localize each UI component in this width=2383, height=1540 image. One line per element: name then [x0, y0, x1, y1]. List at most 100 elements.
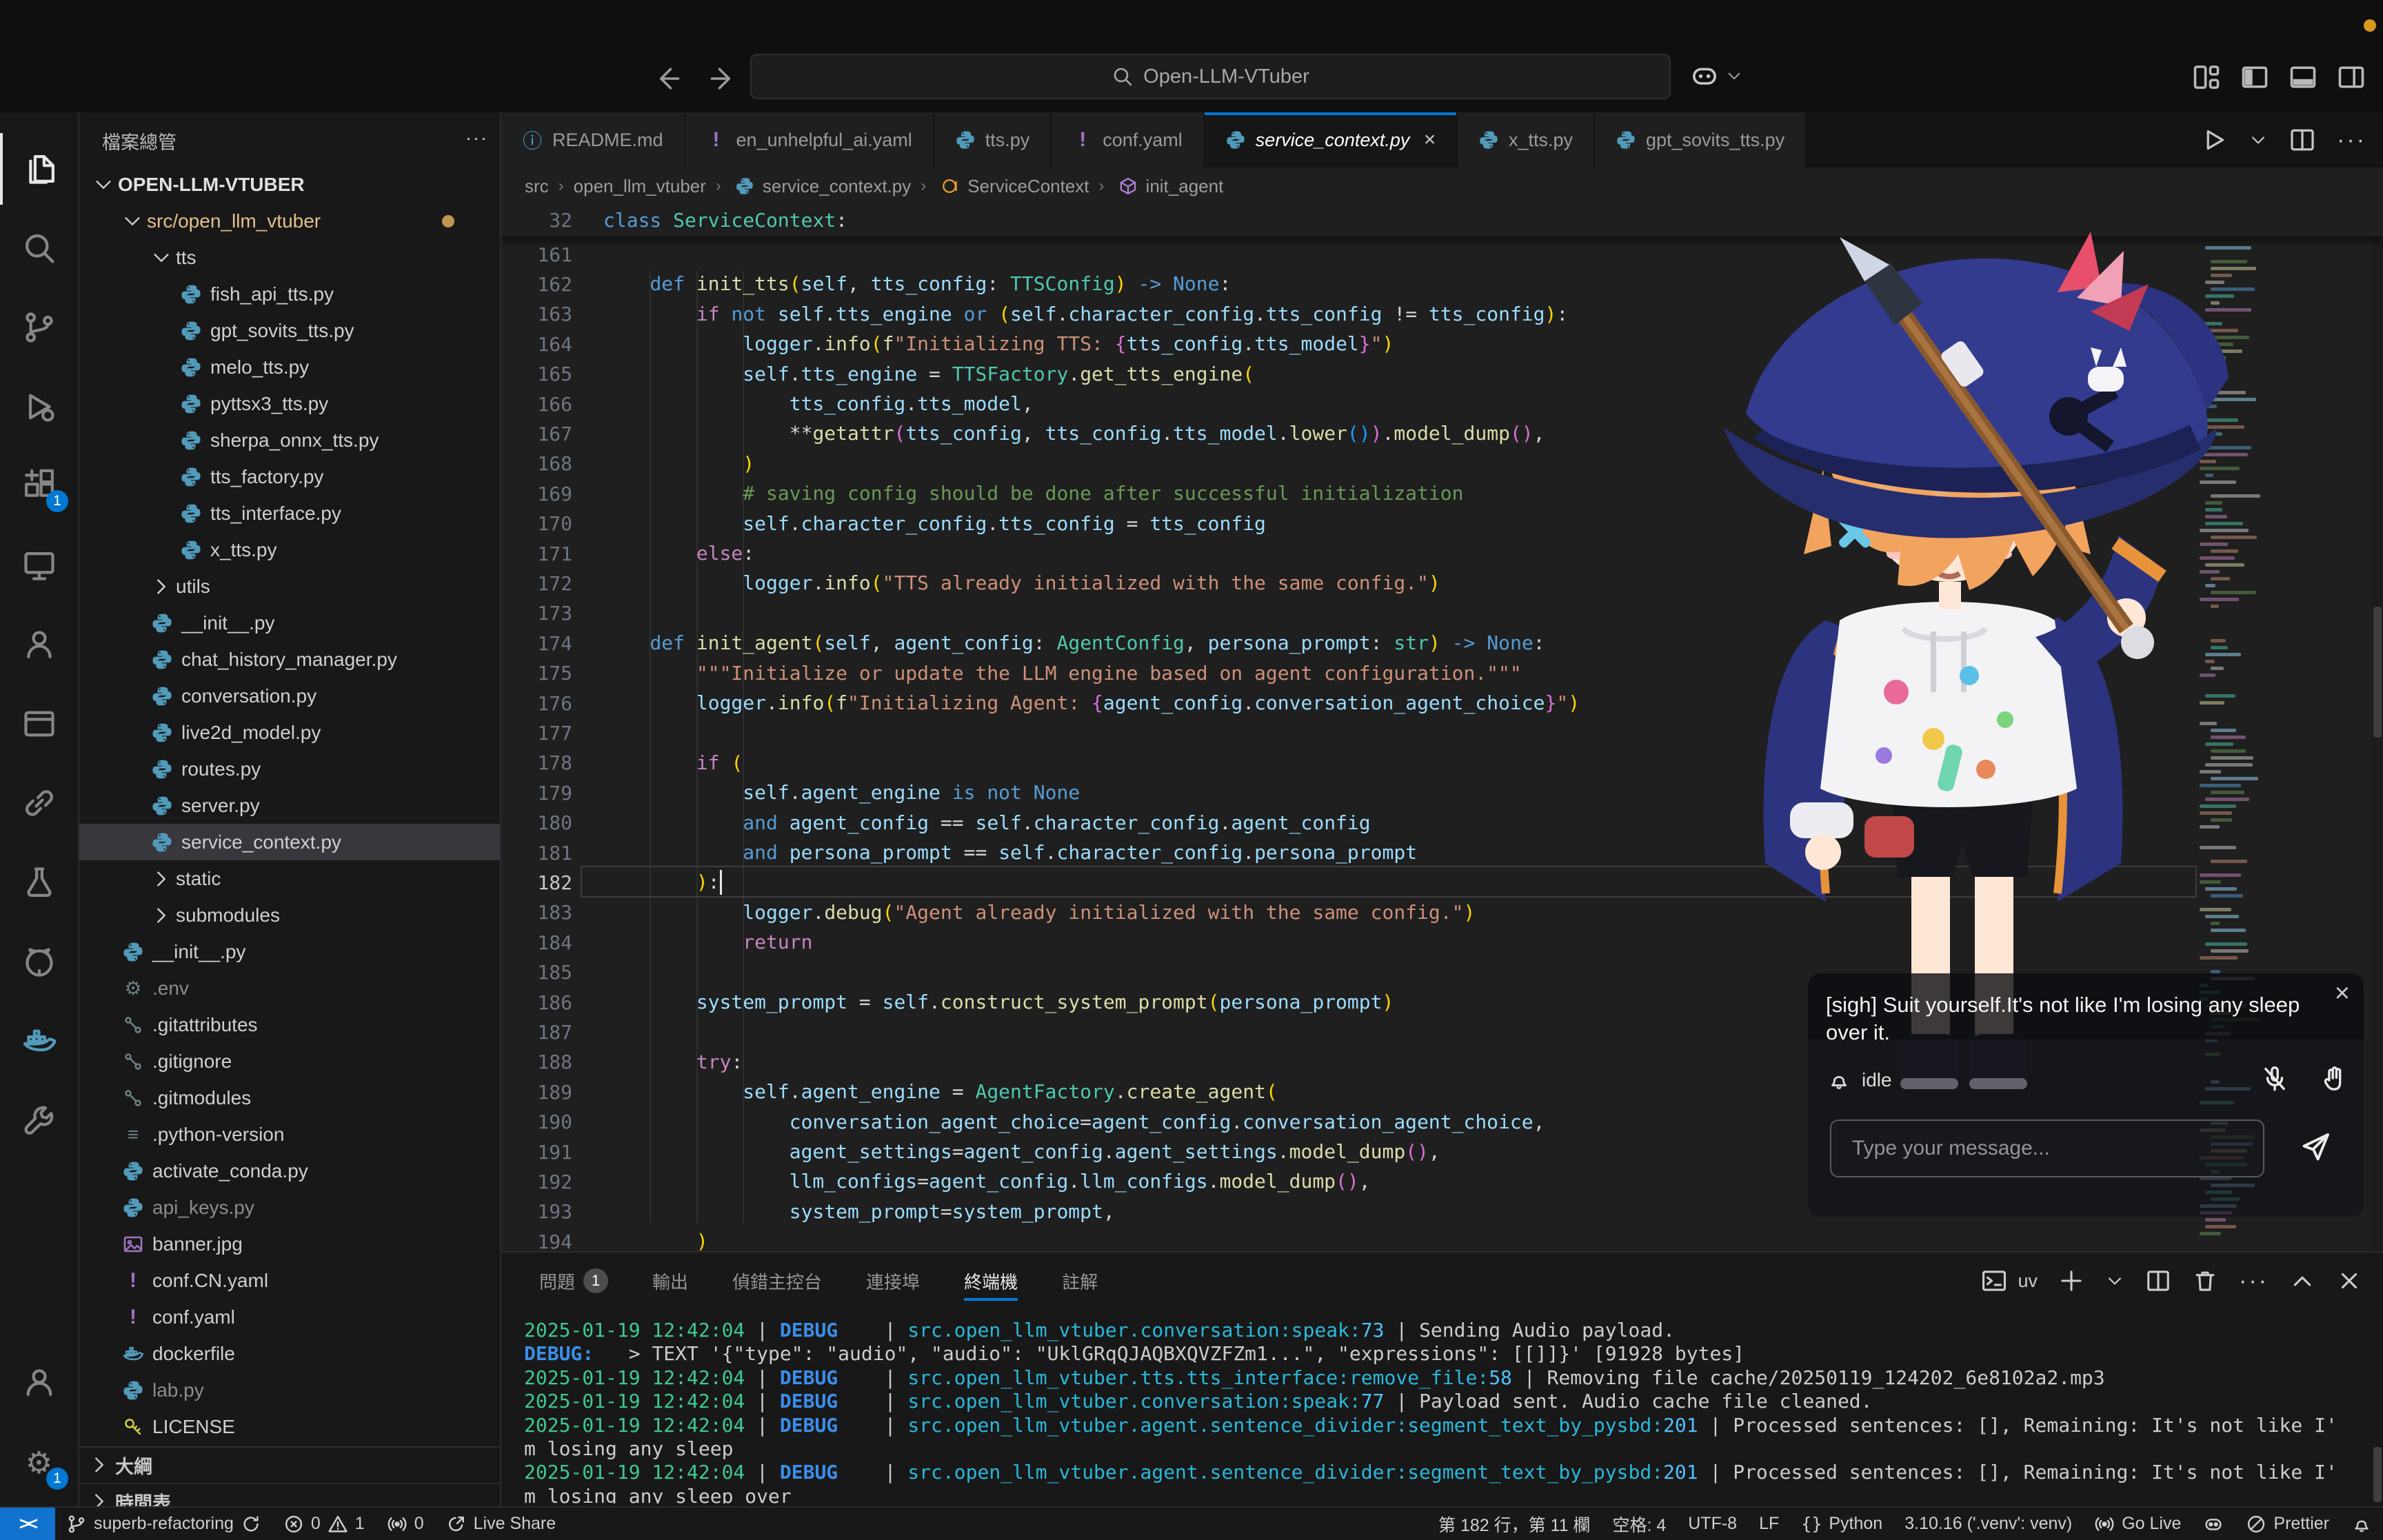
tree-item-.gitmodules[interactable]: .gitmodules	[79, 1080, 500, 1116]
activity-docker-icon[interactable]	[0, 1005, 78, 1077]
status-indentation[interactable]: 空格: 4	[1601, 1507, 1677, 1540]
microphone-off-icon[interactable]	[2260, 1064, 2289, 1093]
activity-settings-icon[interactable]: ⚙ 1	[0, 1428, 78, 1499]
panel-tab-終端機[interactable]: 終端機	[964, 1253, 1018, 1309]
new-terminal-icon[interactable]	[2058, 1268, 2084, 1294]
raise-hand-icon[interactable]	[2320, 1064, 2349, 1093]
remote-indicator[interactable]: ><	[0, 1508, 55, 1540]
tree-item-.gitattributes[interactable]: .gitattributes	[79, 1006, 500, 1043]
tree-item-OPEN-LLM-VTUBER[interactable]: OPEN-LLM-VTUBER	[79, 166, 500, 203]
send-icon[interactable]	[2299, 1131, 2332, 1164]
tree-item-__init__.py[interactable]: __init__.py	[79, 605, 500, 641]
activity-explorer-icon[interactable]	[0, 133, 78, 205]
run-dropdown-icon[interactable]	[2249, 130, 2268, 150]
status-prettier[interactable]: Prettier	[2235, 1507, 2340, 1540]
panel-tab-連接埠[interactable]: 連接埠	[866, 1253, 920, 1309]
tab-tts.py[interactable]: tts.py	[934, 112, 1052, 168]
tree-item-banner.jpg[interactable]: banner.jpg	[79, 1226, 500, 1262]
tree-item-x_tts.py[interactable]: x_tts.py	[79, 531, 500, 568]
tree-item-sherpa_onnx_tts.py[interactable]: sherpa_onnx_tts.py	[79, 422, 500, 458]
more-actions-icon[interactable]: ···	[2239, 1268, 2269, 1295]
tree-item-melo_tts.py[interactable]: melo_tts.py	[79, 349, 500, 385]
toggle-sidebar-icon[interactable]	[2240, 62, 2270, 92]
activity-accounts-icon[interactable]	[0, 1346, 78, 1418]
customize-layout-icon[interactable]	[2191, 62, 2222, 92]
tree-item-activate_conda.py[interactable]: activate_conda.py	[79, 1153, 500, 1189]
activity-run-debug-icon[interactable]	[0, 371, 78, 443]
command-center-search[interactable]: Open-LLM-VTuber	[750, 54, 1671, 99]
tree-item-fish_api_tts.py[interactable]: fish_api_tts.py	[79, 276, 500, 312]
tree-item-api_keys.py[interactable]: api_keys.py	[79, 1189, 500, 1226]
tree-item-.env[interactable]: ⚙ .env	[79, 970, 500, 1006]
tree-item-submodules[interactable]: submodules	[79, 897, 500, 933]
tab-en_unhelpful_ai.yaml[interactable]: ! en_unhelpful_ai.yaml	[685, 112, 934, 168]
panel-tab-偵錯主控台[interactable]: 偵錯主控台	[732, 1253, 822, 1309]
tree-item-live2d_model.py[interactable]: live2d_model.py	[79, 714, 500, 751]
activity-extensions-icon[interactable]: 1	[0, 450, 78, 522]
terminal-output[interactable]: 2025-01-19 12:42:04 | DEBUG | src.open_l…	[524, 1319, 2372, 1503]
tree-item-tts_factory.py[interactable]: tts_factory.py	[79, 458, 500, 495]
tree-item-gpt_sovits_tts.py[interactable]: gpt_sovits_tts.py	[79, 312, 500, 349]
panel-tab-問題[interactable]: 問題 1	[539, 1253, 609, 1309]
toggle-panel-icon[interactable]	[2288, 62, 2318, 92]
activity-tools-icon[interactable]	[0, 1084, 78, 1156]
status-language[interactable]: {} Python	[1790, 1507, 1893, 1540]
split-terminal-icon[interactable]	[2145, 1268, 2171, 1294]
tree-item-.gitignore[interactable]: .gitignore	[79, 1043, 500, 1080]
tree-item-static[interactable]: static	[79, 860, 500, 897]
status-interpreter[interactable]: 3.10.16 ('.venv': venv)	[1893, 1507, 2083, 1540]
close-icon[interactable]: ×	[1423, 128, 1436, 152]
tree-item-service_context.py[interactable]: service_context.py	[79, 824, 500, 860]
tree-item-lab.py[interactable]: lab.py	[79, 1372, 500, 1408]
tree-item-pyttsx3_tts.py[interactable]: pyttsx3_tts.py	[79, 385, 500, 422]
tab-x_tts.py[interactable]: x_tts.py	[1457, 112, 1595, 168]
tree-item-conf.yaml[interactable]: ! conf.yaml	[79, 1299, 500, 1335]
status-problems[interactable]: 01	[272, 1507, 376, 1540]
editor-scrollbar[interactable]	[2372, 205, 2383, 1251]
tree-item-src/open_llm_vtuber[interactable]: src/open_llm_vtuber	[79, 203, 500, 239]
tree-item-LICENSE[interactable]: LICENSE	[79, 1408, 500, 1445]
breadcrumb-item[interactable]: open_llm_vtuber	[574, 176, 706, 197]
breadcrumb-item[interactable]: src	[525, 176, 549, 197]
status-ports[interactable]: 0	[376, 1507, 435, 1540]
activity-source-control-icon[interactable]	[0, 292, 78, 363]
activity-testing-icon[interactable]	[0, 847, 78, 918]
status-branch[interactable]: superb-refactoring	[55, 1507, 272, 1540]
status-eol[interactable]: LF	[1748, 1507, 1790, 1540]
tree-item-tts_interface.py[interactable]: tts_interface.py	[79, 495, 500, 531]
toggle-secondary-sidebar-icon[interactable]	[2336, 62, 2366, 92]
back-icon[interactable]	[652, 63, 682, 94]
breadcrumb-item[interactable]: ServiceContext	[967, 176, 1089, 197]
tree-item-routes.py[interactable]: routes.py	[79, 751, 500, 787]
activity-live2d-icon[interactable]	[0, 609, 78, 680]
tab-conf.yaml[interactable]: ! conf.yaml	[1052, 112, 1205, 168]
tree-item-dockerfile[interactable]: dockerfile	[79, 1335, 500, 1372]
status-go-live[interactable]: Go Live	[2083, 1507, 2192, 1540]
status-live-share[interactable]: Live Share	[435, 1507, 567, 1540]
tree-item-tts[interactable]: tts	[79, 239, 500, 276]
activity-search-icon[interactable]	[0, 212, 78, 284]
status-encoding[interactable]: UTF-8	[1677, 1507, 1748, 1540]
tree-item-utils[interactable]: utils	[79, 568, 500, 605]
activity-github-icon[interactable]	[0, 926, 78, 997]
more-actions-icon[interactable]: ···	[2337, 127, 2366, 154]
explorer-more-icon[interactable]: ···	[465, 128, 488, 154]
section-大綱[interactable]: 大綱	[79, 1446, 500, 1482]
tree-item-.python-version[interactable]: ≡ .python-version	[79, 1116, 500, 1153]
maximize-panel-icon[interactable]	[2289, 1268, 2315, 1294]
terminal-scrollbar[interactable]	[2373, 1447, 2382, 1502]
tab-service_context.py[interactable]: service_context.py ×	[1204, 112, 1458, 168]
run-python-icon[interactable]	[2200, 126, 2228, 154]
tree-item-__init__.py[interactable]: __init__.py	[79, 933, 500, 970]
status-notifications[interactable]	[2340, 1507, 2383, 1540]
breadcrumb-item[interactable]: init_agent	[1146, 176, 1224, 197]
message-input[interactable]: Type your message...	[1830, 1119, 2264, 1177]
panel-tab-註解[interactable]: 註解	[1062, 1253, 1098, 1309]
copilot-menu[interactable]	[1689, 61, 1743, 91]
activity-remote-window-icon[interactable]	[0, 688, 78, 760]
tree-item-server.py[interactable]: server.py	[79, 787, 500, 824]
tree-item-conversation.py[interactable]: conversation.py	[79, 678, 500, 714]
forward-icon[interactable]	[708, 63, 738, 94]
breadcrumb-item[interactable]: service_context.py	[763, 176, 911, 197]
terminal-dropdown-icon[interactable]	[2105, 1271, 2124, 1290]
